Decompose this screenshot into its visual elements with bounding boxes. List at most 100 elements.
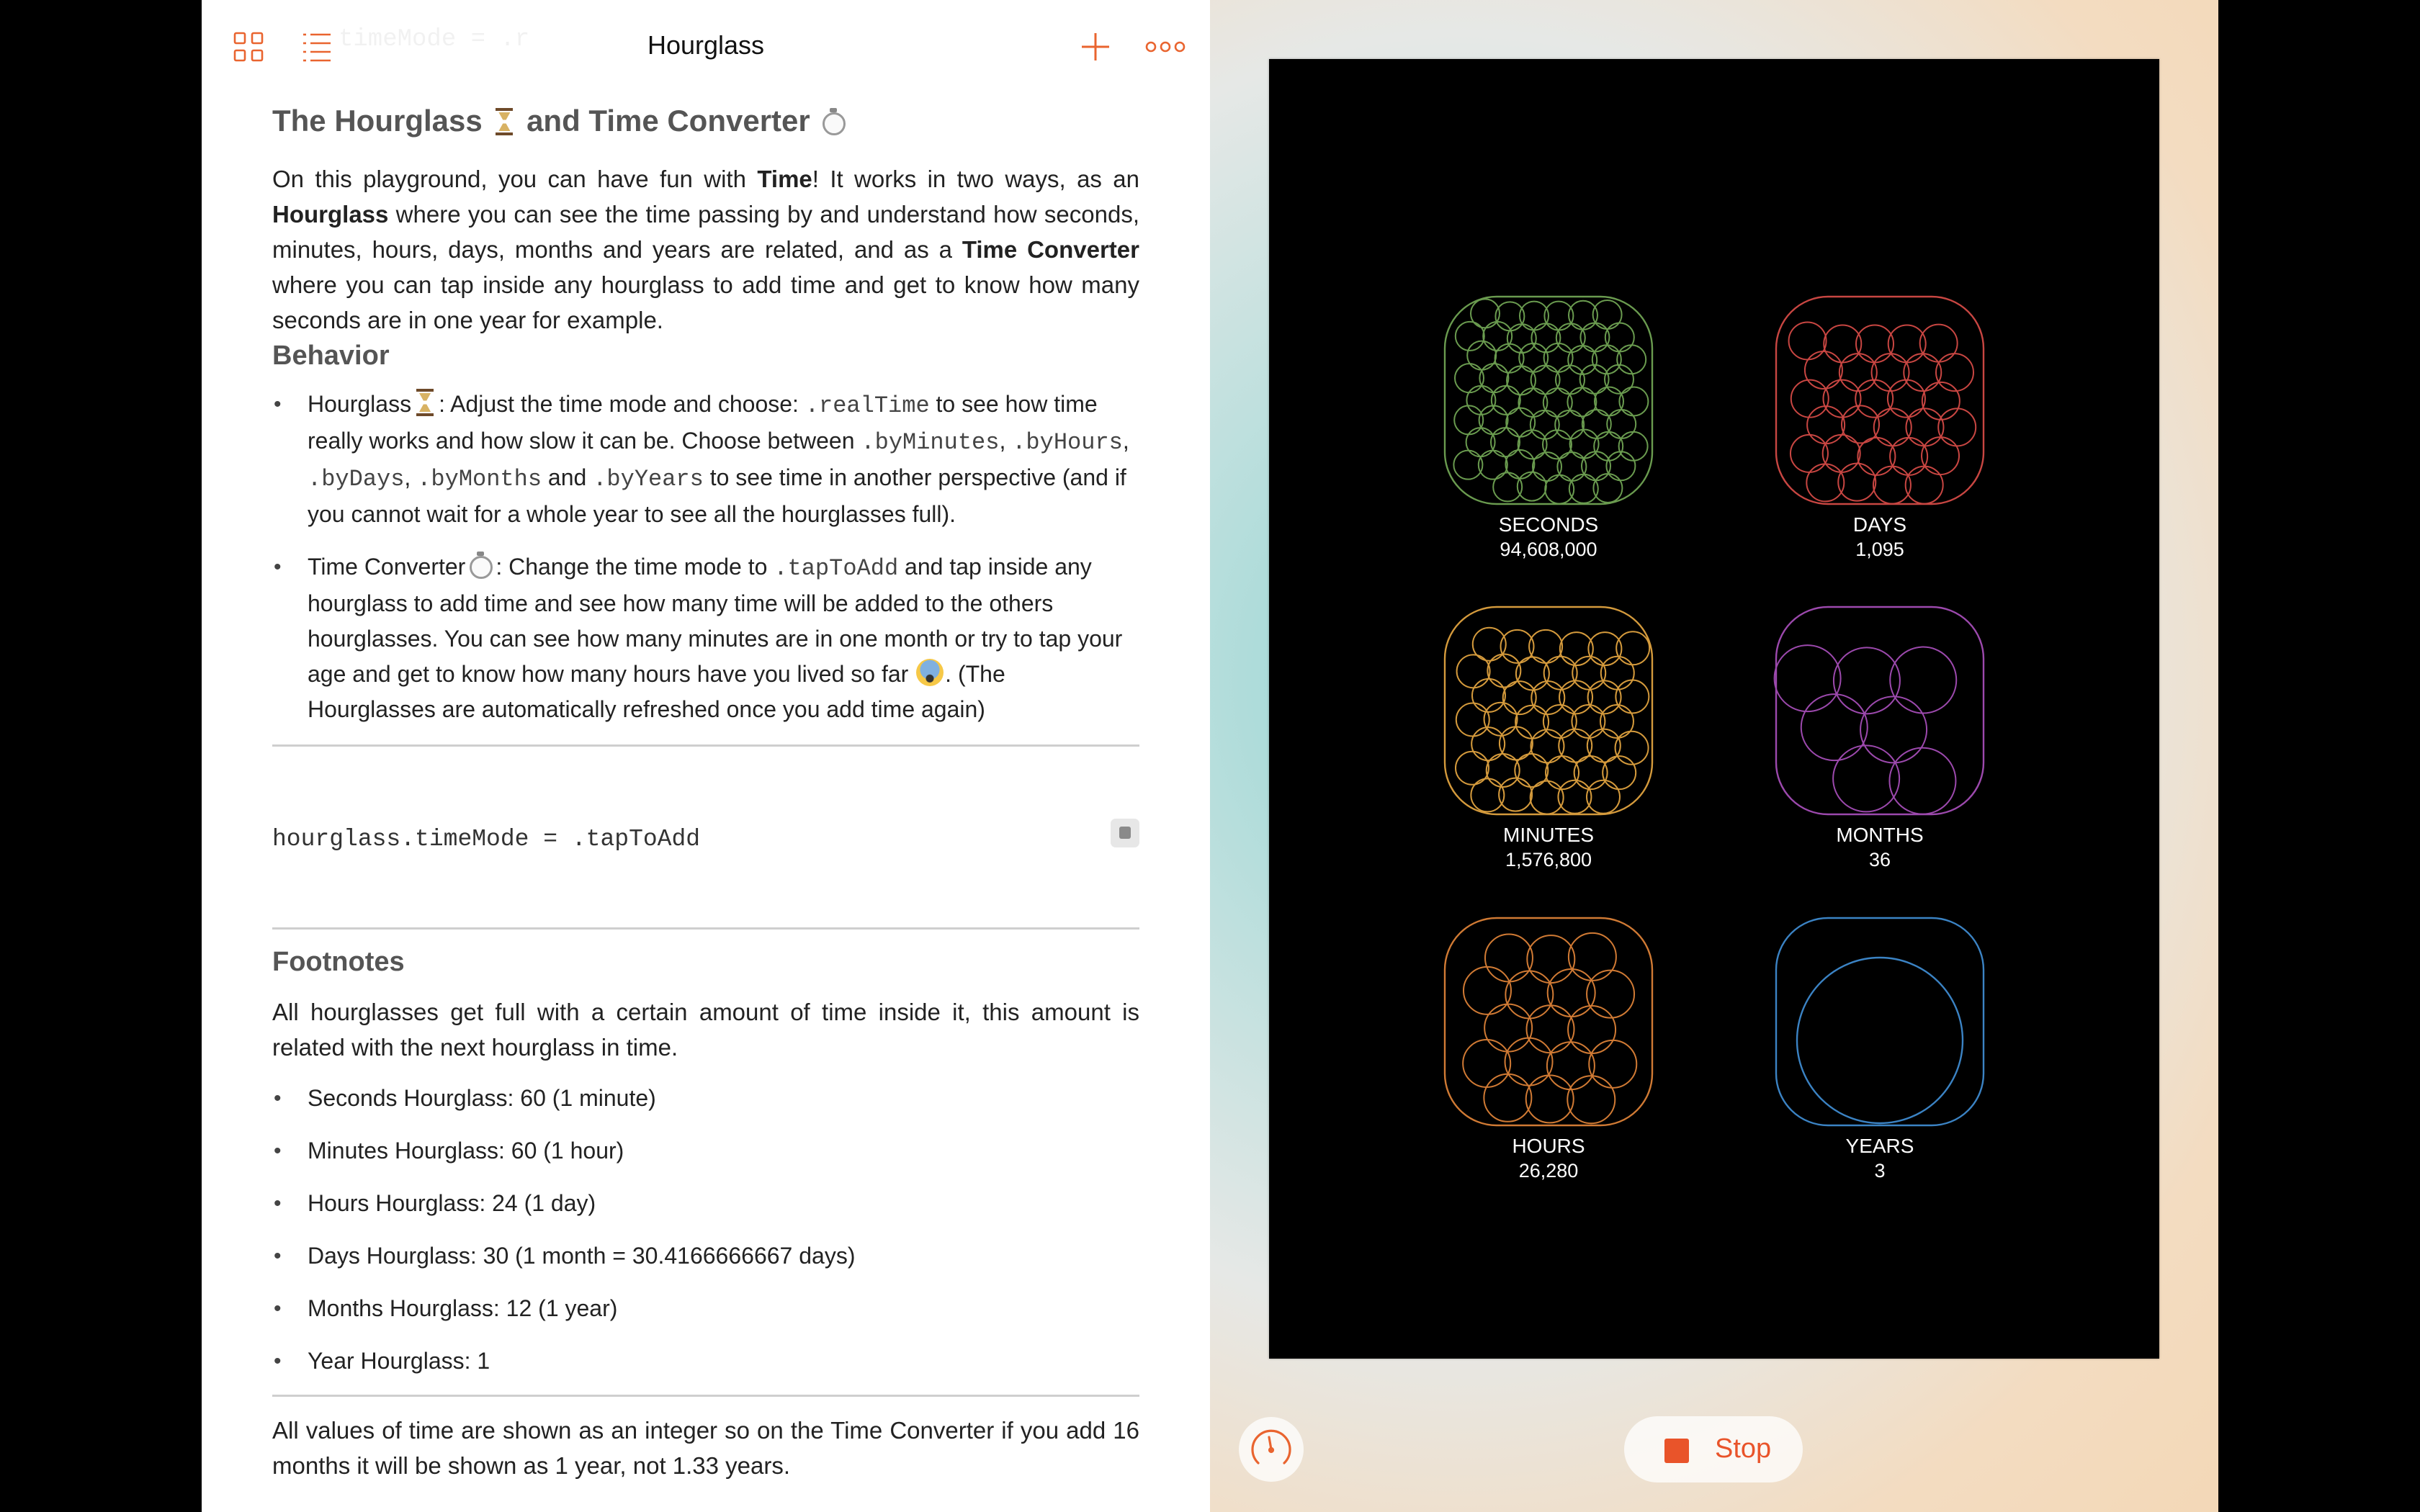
list-item: Hours Hourglass: 24 (1 day)	[272, 1186, 1139, 1221]
intro-text: where you can tap inside any hourglass t…	[272, 271, 1139, 333]
code-line[interactable]: hourglass.timeMode = .tapToAdd	[272, 826, 700, 852]
hourglass-minutes[interactable]	[1443, 606, 1654, 816]
inline-code: .realTime	[805, 392, 930, 419]
live-view-stage: SECONDS 94,608,000 DAYS 1,095 MINUTES 1,576,8…	[1269, 59, 2159, 1359]
document-content: The Hourglass and Time Converter On this…	[272, 99, 1139, 1483]
behavior-heading: Behavior	[272, 341, 390, 371]
time-bubble	[1567, 932, 1617, 981]
hourglass-label: YEARS	[1845, 1135, 1914, 1157]
hourglass-label: DAYS	[1852, 513, 1907, 536]
stopwatch-icon	[821, 108, 846, 135]
item-text: and	[542, 464, 593, 490]
inline-code: .byMinutes	[861, 429, 1000, 456]
time-bubble	[1483, 1073, 1533, 1122]
hourglass-label: HOURS	[1512, 1135, 1585, 1157]
time-bubble	[1505, 449, 1536, 480]
time-bubble	[1525, 1074, 1574, 1124]
footnotes-intro: All hourglasses get full with a certain …	[272, 999, 1139, 1061]
hourglass-label: SECONDS	[1498, 513, 1599, 536]
hourglass-days[interactable]	[1775, 295, 1985, 505]
list-item: Year Hourglass: 1	[272, 1344, 1139, 1379]
time-bubble	[1806, 405, 1846, 445]
time-bubble	[1773, 644, 1842, 713]
more-icon[interactable]	[1144, 29, 1186, 65]
time-bubble	[1546, 968, 1596, 1018]
hourglass-months[interactable]	[1773, 606, 1985, 816]
inline-code: .tapToAdd	[774, 555, 899, 582]
time-bubble	[1567, 1075, 1616, 1125]
hourglass-icon	[493, 108, 515, 135]
hourglass-value: 1,095	[1855, 539, 1904, 560]
item-separator: ,	[999, 428, 1013, 454]
hourglass-canvas	[1443, 295, 1985, 1127]
page-title: Hourglass	[647, 30, 765, 60]
hourglass-icon	[414, 389, 436, 416]
time-bubble	[1526, 935, 1576, 984]
hourglass-container	[1443, 917, 1654, 1127]
hourglass-container	[1443, 295, 1654, 505]
document-heading: The Hourglass and Time Converter	[272, 99, 1139, 143]
time-bubble	[1504, 1037, 1554, 1086]
time-bubble	[1860, 696, 1928, 764]
list-item: Time Converter: Change the time mode to …	[272, 549, 1139, 727]
live-view-toggle-icon[interactable]	[1111, 819, 1139, 847]
item-text: : Change the time mode to	[496, 554, 774, 580]
time-bubble	[1788, 321, 1827, 361]
intro-text: On this playground, you can have fun wit…	[272, 166, 758, 192]
list-item: Days Hourglass: 30 (1 month = 30.4166666…	[272, 1238, 1139, 1274]
footnotes-heading: Footnotes	[272, 947, 405, 977]
list-item: Months Hourglass: 12 (1 year)	[272, 1291, 1139, 1326]
time-bubble	[1484, 1003, 1533, 1053]
gauge-icon	[1251, 1429, 1291, 1464]
code-block[interactable]: hourglass.timeMode = .tapToAdd	[272, 747, 1139, 927]
time-bubble	[1796, 956, 1964, 1125]
navigation-bar: timeMode = .r Hourglass	[202, 0, 1210, 94]
time-bubble	[1586, 969, 1636, 1019]
heading-text-2: and Time Converter	[526, 104, 810, 138]
intro-bold-hourglass: Hourglass	[272, 201, 389, 228]
time-bubble	[1921, 381, 1960, 420]
time-bubble	[1800, 693, 1868, 762]
hourglass-label: MINUTES	[1503, 824, 1594, 846]
divider	[272, 1395, 1139, 1397]
hourglass-value: 94,608,000	[1500, 539, 1597, 560]
plus-icon[interactable]	[1077, 29, 1113, 65]
hourglass-value: 3	[1874, 1160, 1886, 1182]
time-bubble	[1462, 1039, 1512, 1089]
footnotes-list: Seconds Hourglass: 60 (1 minute) Minutes…	[272, 1081, 1139, 1379]
time-bubble	[1462, 966, 1512, 1015]
time-bubble	[1588, 1039, 1638, 1089]
list-item: Hourglass: Adjust the time mode and choo…	[272, 387, 1139, 532]
stop-button[interactable]: Stop	[1624, 1416, 1803, 1482]
stopwatch-icon	[468, 552, 493, 579]
time-bubble	[1567, 1005, 1617, 1055]
list-item: Minutes Hourglass: 60 (1 hour)	[272, 1133, 1139, 1169]
inline-code: .byMonths	[417, 466, 542, 492]
item-text: Time Converter	[308, 554, 466, 580]
screaming-face-icon	[916, 659, 944, 686]
intro-paragraph: On this playground, you can have fun wit…	[272, 161, 1139, 338]
live-view-pane: SECONDS 94,608,000 DAYS 1,095 MINUTES 1,576,8…	[1210, 0, 2218, 1512]
inline-code: .byDays	[308, 466, 405, 492]
item-separator: ,	[404, 464, 418, 490]
inline-code: .byHours	[1012, 429, 1123, 456]
hourglass-value: 1,576,800	[1505, 849, 1592, 870]
hourglass-years[interactable]	[1775, 917, 1985, 1127]
divider	[272, 927, 1139, 930]
hourglass-value: 36	[1868, 849, 1891, 870]
stop-label: Stop	[1715, 1434, 1772, 1464]
time-bubble	[1454, 750, 1489, 786]
item-separator: ,	[1122, 428, 1129, 454]
item-text: Hourglass	[308, 391, 412, 417]
closing-paragraph: All values of time are shown as an integ…	[272, 1417, 1139, 1479]
hourglass-seconds[interactable]	[1443, 295, 1654, 505]
speed-gauge-button[interactable]	[1239, 1417, 1304, 1482]
inline-code: .byYears	[593, 466, 704, 492]
hourglass-hours[interactable]	[1443, 917, 1654, 1127]
intro-bold-time: Time	[757, 166, 812, 192]
behavior-list: Hourglass: Adjust the time mode and choo…	[272, 387, 1139, 727]
hourglass-container	[1775, 295, 1985, 505]
time-bubble	[1484, 933, 1533, 983]
hourglass-container	[1775, 917, 1985, 1127]
stop-icon	[1664, 1439, 1689, 1463]
